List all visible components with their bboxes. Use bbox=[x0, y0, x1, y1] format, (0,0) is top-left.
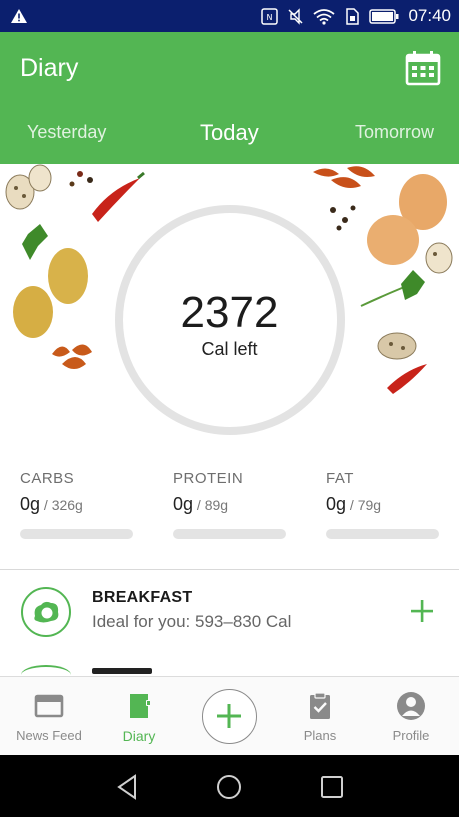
profile-icon bbox=[397, 692, 425, 720]
diary-icon bbox=[130, 694, 150, 718]
nav-diary[interactable]: Diary bbox=[93, 677, 185, 756]
macro-carbs-value: 0g / 326g bbox=[20, 494, 133, 515]
meal-ideal-calories: Ideal for you: 593–830 Cal bbox=[92, 612, 292, 631]
svg-text:N: N bbox=[267, 13, 273, 22]
macro-carbs-progress-bar bbox=[20, 529, 133, 539]
meal-title: BREAKFAST bbox=[92, 589, 193, 606]
add-entry-button[interactable] bbox=[202, 689, 257, 744]
nav-profile-label: Profile bbox=[392, 728, 430, 743]
recent-apps-icon[interactable] bbox=[319, 774, 345, 800]
macro-carbs-amount: 0g bbox=[20, 494, 41, 514]
status-time: 07:40 bbox=[408, 6, 451, 25]
back-icon[interactable] bbox=[115, 774, 141, 800]
status-bar: N 07:40 bbox=[0, 0, 459, 32]
nav-news-feed-label: News Feed bbox=[16, 728, 82, 743]
nav-diary-label: Diary bbox=[122, 728, 156, 744]
plans-icon bbox=[310, 692, 330, 719]
tab-tomorrow[interactable]: Tomorrow bbox=[355, 122, 434, 143]
lunch-title-partial bbox=[92, 668, 152, 674]
macro-fat-amount: 0g bbox=[326, 494, 347, 514]
news-feed-icon bbox=[34, 694, 64, 718]
macro-protein: PROTEIN 0g / 89g bbox=[173, 470, 286, 539]
calories-left-value: 2372 bbox=[180, 288, 279, 337]
macro-carbs: CARBS 0g / 326g bbox=[20, 470, 133, 539]
macro-protein-goal: / 89g bbox=[193, 497, 229, 513]
macro-fat-label: FAT bbox=[326, 470, 354, 487]
macro-fat-progress-bar bbox=[326, 529, 439, 539]
meal-card-breakfast[interactable]: BREAKFAST Ideal for you: 593–830 Cal bbox=[0, 570, 459, 676]
calendar-icon[interactable] bbox=[405, 50, 441, 86]
calorie-summary: 2372 Cal left bbox=[0, 164, 459, 454]
add-breakfast-button[interactable] bbox=[409, 598, 435, 624]
breakfast-icon-circle bbox=[21, 587, 71, 637]
calories-left-label: Cal left bbox=[201, 339, 258, 359]
nav-profile[interactable]: Profile bbox=[365, 677, 457, 756]
home-icon[interactable] bbox=[216, 774, 242, 800]
sim-icon bbox=[346, 7, 360, 25]
app-header: Diary Yesterday Today Tomorrow bbox=[0, 32, 459, 164]
macro-fat: FAT 0g / 79g bbox=[326, 470, 439, 539]
system-navigation-bar bbox=[0, 755, 459, 817]
tab-yesterday[interactable]: Yesterday bbox=[27, 122, 106, 143]
mute-icon bbox=[288, 7, 303, 25]
macro-carbs-label: CARBS bbox=[20, 470, 75, 487]
wifi-icon bbox=[313, 8, 336, 25]
nfc-icon: N bbox=[261, 7, 279, 25]
bottom-navigation: News Feed Diary Plans Profile bbox=[0, 676, 459, 755]
macro-protein-value: 0g / 89g bbox=[173, 494, 286, 515]
warning-icon bbox=[11, 9, 27, 23]
tab-today[interactable]: Today bbox=[200, 120, 259, 146]
page-title: Diary bbox=[20, 54, 79, 82]
nav-plans-label: Plans bbox=[303, 728, 337, 743]
macro-carbs-goal: / 326g bbox=[40, 497, 83, 513]
battery-icon bbox=[369, 8, 399, 24]
egg-icon bbox=[34, 601, 59, 623]
nav-plans[interactable]: Plans bbox=[274, 677, 366, 756]
macro-protein-amount: 0g bbox=[173, 494, 194, 514]
macro-fat-goal: / 79g bbox=[346, 497, 382, 513]
macro-protein-progress-bar bbox=[173, 529, 286, 539]
macro-fat-value: 0g / 79g bbox=[326, 494, 439, 515]
plus-icon bbox=[217, 704, 241, 728]
nav-news-feed[interactable]: News Feed bbox=[3, 677, 95, 756]
macro-protein-label: PROTEIN bbox=[173, 470, 244, 487]
